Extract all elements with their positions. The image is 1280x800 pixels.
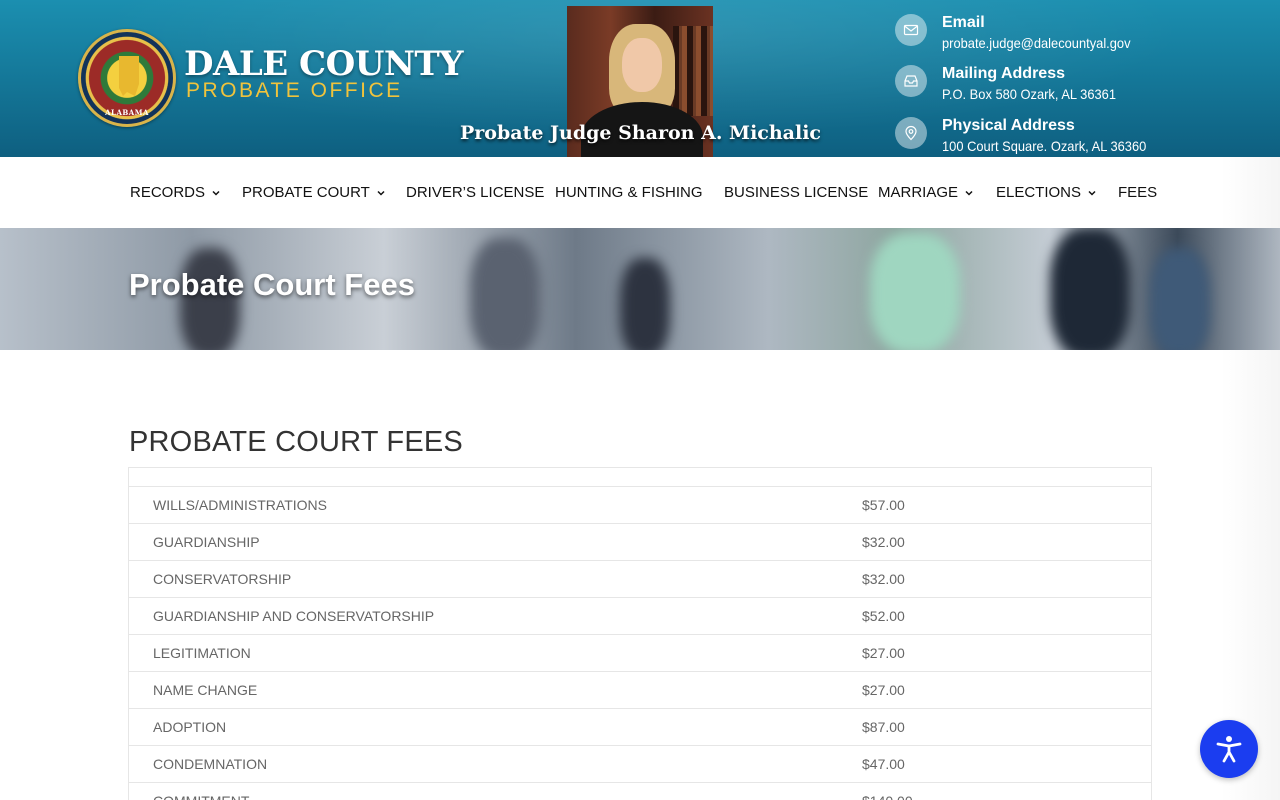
- table-row: ADOPTION $87.00: [129, 709, 1151, 746]
- banner-blur-figure: [870, 233, 960, 350]
- fee-price: $32.00: [862, 571, 905, 587]
- table-row: CONSERVATORSHIP $32.00: [129, 561, 1151, 598]
- table-header-row: [129, 468, 1151, 487]
- email-link[interactable]: probate.judge@dalecountyal.gov: [942, 35, 1131, 51]
- brand-title[interactable]: DALE COUNTY: [184, 44, 464, 84]
- banner-blur-figure: [1050, 228, 1130, 350]
- judge-face: [622, 38, 662, 92]
- bookshelf-background: [673, 26, 713, 116]
- brand-subtitle[interactable]: PROBATE OFFICE: [186, 79, 403, 103]
- table-row: COMMITMENT $140.00: [129, 783, 1151, 800]
- contact-label: Mailing Address: [942, 65, 1065, 82]
- nav-item-hunting-fishing[interactable]: HUNTING & FISHING: [555, 183, 703, 203]
- mailing-address-value: P.O. Box 580 Ozark, AL 36361: [942, 86, 1116, 102]
- table-row: NAME CHANGE $27.00: [129, 672, 1151, 709]
- fee-price: $32.00: [862, 534, 905, 550]
- chevron-down-icon: [1088, 190, 1096, 196]
- banner-blur-figure: [620, 258, 670, 350]
- contact-physical-address: Physical Address 100 Court Square. Ozark…: [895, 117, 1195, 157]
- fee-price: $47.00: [862, 756, 905, 772]
- table-row: GUARDIANSHIP $32.00: [129, 524, 1151, 561]
- nav-item-marriage[interactable]: MARRIAGE: [878, 183, 974, 203]
- contact-email[interactable]: Email probate.judge@dalecountyal.gov: [895, 14, 1195, 58]
- fee-price: $27.00: [862, 645, 905, 661]
- table-row: LEGITIMATION $27.00: [129, 635, 1151, 672]
- physical-address-value: 100 Court Square. Ozark, AL 36360: [942, 138, 1147, 154]
- section-title: PROBATE COURT FEES: [129, 426, 463, 458]
- fee-name: CONDEMNATION: [153, 756, 268, 772]
- fee-name: GUARDIANSHIP AND CONSERVATORSHIP: [153, 608, 435, 624]
- fee-name: LEGITIMATION: [153, 645, 251, 661]
- contact-label: Physical Address: [942, 117, 1075, 134]
- fees-table: WILLS/ADMINISTRATIONS $57.00 GUARDIANSHI…: [128, 467, 1152, 800]
- chevron-down-icon: [965, 190, 973, 196]
- nav-item-business-license[interactable]: BUSINESS LICENSE: [724, 183, 868, 203]
- fee-name: CONSERVATORSHIP: [153, 571, 292, 587]
- nav-item-probate-court[interactable]: PROBATE COURT: [242, 183, 386, 203]
- accessibility-button[interactable]: [1200, 720, 1258, 778]
- nav-item-elections[interactable]: ELECTIONS: [996, 183, 1097, 203]
- nav-item-drivers-license[interactable]: DRIVER’S LICENSE: [406, 183, 544, 203]
- fee-name: GUARDIANSHIP: [153, 534, 260, 550]
- nav-label: MARRIAGE: [878, 184, 959, 201]
- nav-label: HUNTING & FISHING: [555, 184, 703, 201]
- fee-price: $27.00: [862, 682, 905, 698]
- nav-label: RECORDS: [130, 184, 206, 201]
- judge-caption: Probate Judge Sharon A. Michalic: [460, 122, 821, 144]
- nav-label: DRIVER’S LICENSE: [406, 184, 545, 201]
- nav-item-records[interactable]: RECORDS: [130, 183, 221, 203]
- location-pin-icon: [895, 117, 927, 149]
- fee-name: ADOPTION: [153, 719, 227, 735]
- contact-mailing-address: Mailing Address P.O. Box 580 Ozark, AL 3…: [895, 65, 1195, 109]
- banner-blur-figure: [1150, 248, 1210, 350]
- page-banner: Probate Court Fees: [0, 228, 1280, 350]
- page-title: Probate Court Fees: [129, 267, 415, 302]
- table-row: GUARDIANSHIP AND CONSERVATORSHIP $52.00: [129, 598, 1151, 635]
- banner-blur-figure: [470, 238, 540, 350]
- chevron-down-icon: [212, 190, 220, 196]
- contact-label: Email: [942, 14, 985, 31]
- fee-name: COMMITMENT: [153, 792, 249, 800]
- nav-label: ELECTIONS: [996, 184, 1082, 201]
- nav-label: BUSINESS LICENSE: [724, 184, 869, 201]
- nav-item-fees[interactable]: FEES: [1118, 183, 1157, 203]
- alabama-state-shape: [119, 56, 139, 96]
- fee-price: $140.00: [862, 792, 913, 800]
- table-row: WILLS/ADMINISTRATIONS $57.00: [129, 487, 1151, 524]
- fee-name: WILLS/ADMINISTRATIONS: [153, 497, 327, 513]
- site-header: ALABAMA DALE COUNTY PROBATE OFFICE Proba…: [0, 0, 1280, 157]
- fee-price: $87.00: [862, 719, 905, 735]
- table-row: CONDEMNATION $47.00: [129, 746, 1151, 783]
- envelope-icon: [895, 14, 927, 46]
- county-seal-logo[interactable]: ALABAMA: [78, 29, 176, 127]
- fee-price: $52.00: [862, 608, 905, 624]
- accessibility-icon: [1216, 736, 1242, 763]
- fee-name: NAME CHANGE: [153, 682, 258, 698]
- seal-text: ALABAMA: [105, 108, 149, 117]
- fee-price: $57.00: [862, 497, 905, 513]
- main-nav: RECORDS PROBATE COURT DRIVER’S LICENSE H…: [0, 157, 1280, 228]
- page-edge-shadow: [1220, 157, 1280, 800]
- chevron-down-icon: [377, 190, 385, 196]
- nav-label: FEES: [1118, 184, 1158, 201]
- nav-label: PROBATE COURT: [242, 184, 370, 201]
- inbox-icon: [895, 65, 927, 97]
